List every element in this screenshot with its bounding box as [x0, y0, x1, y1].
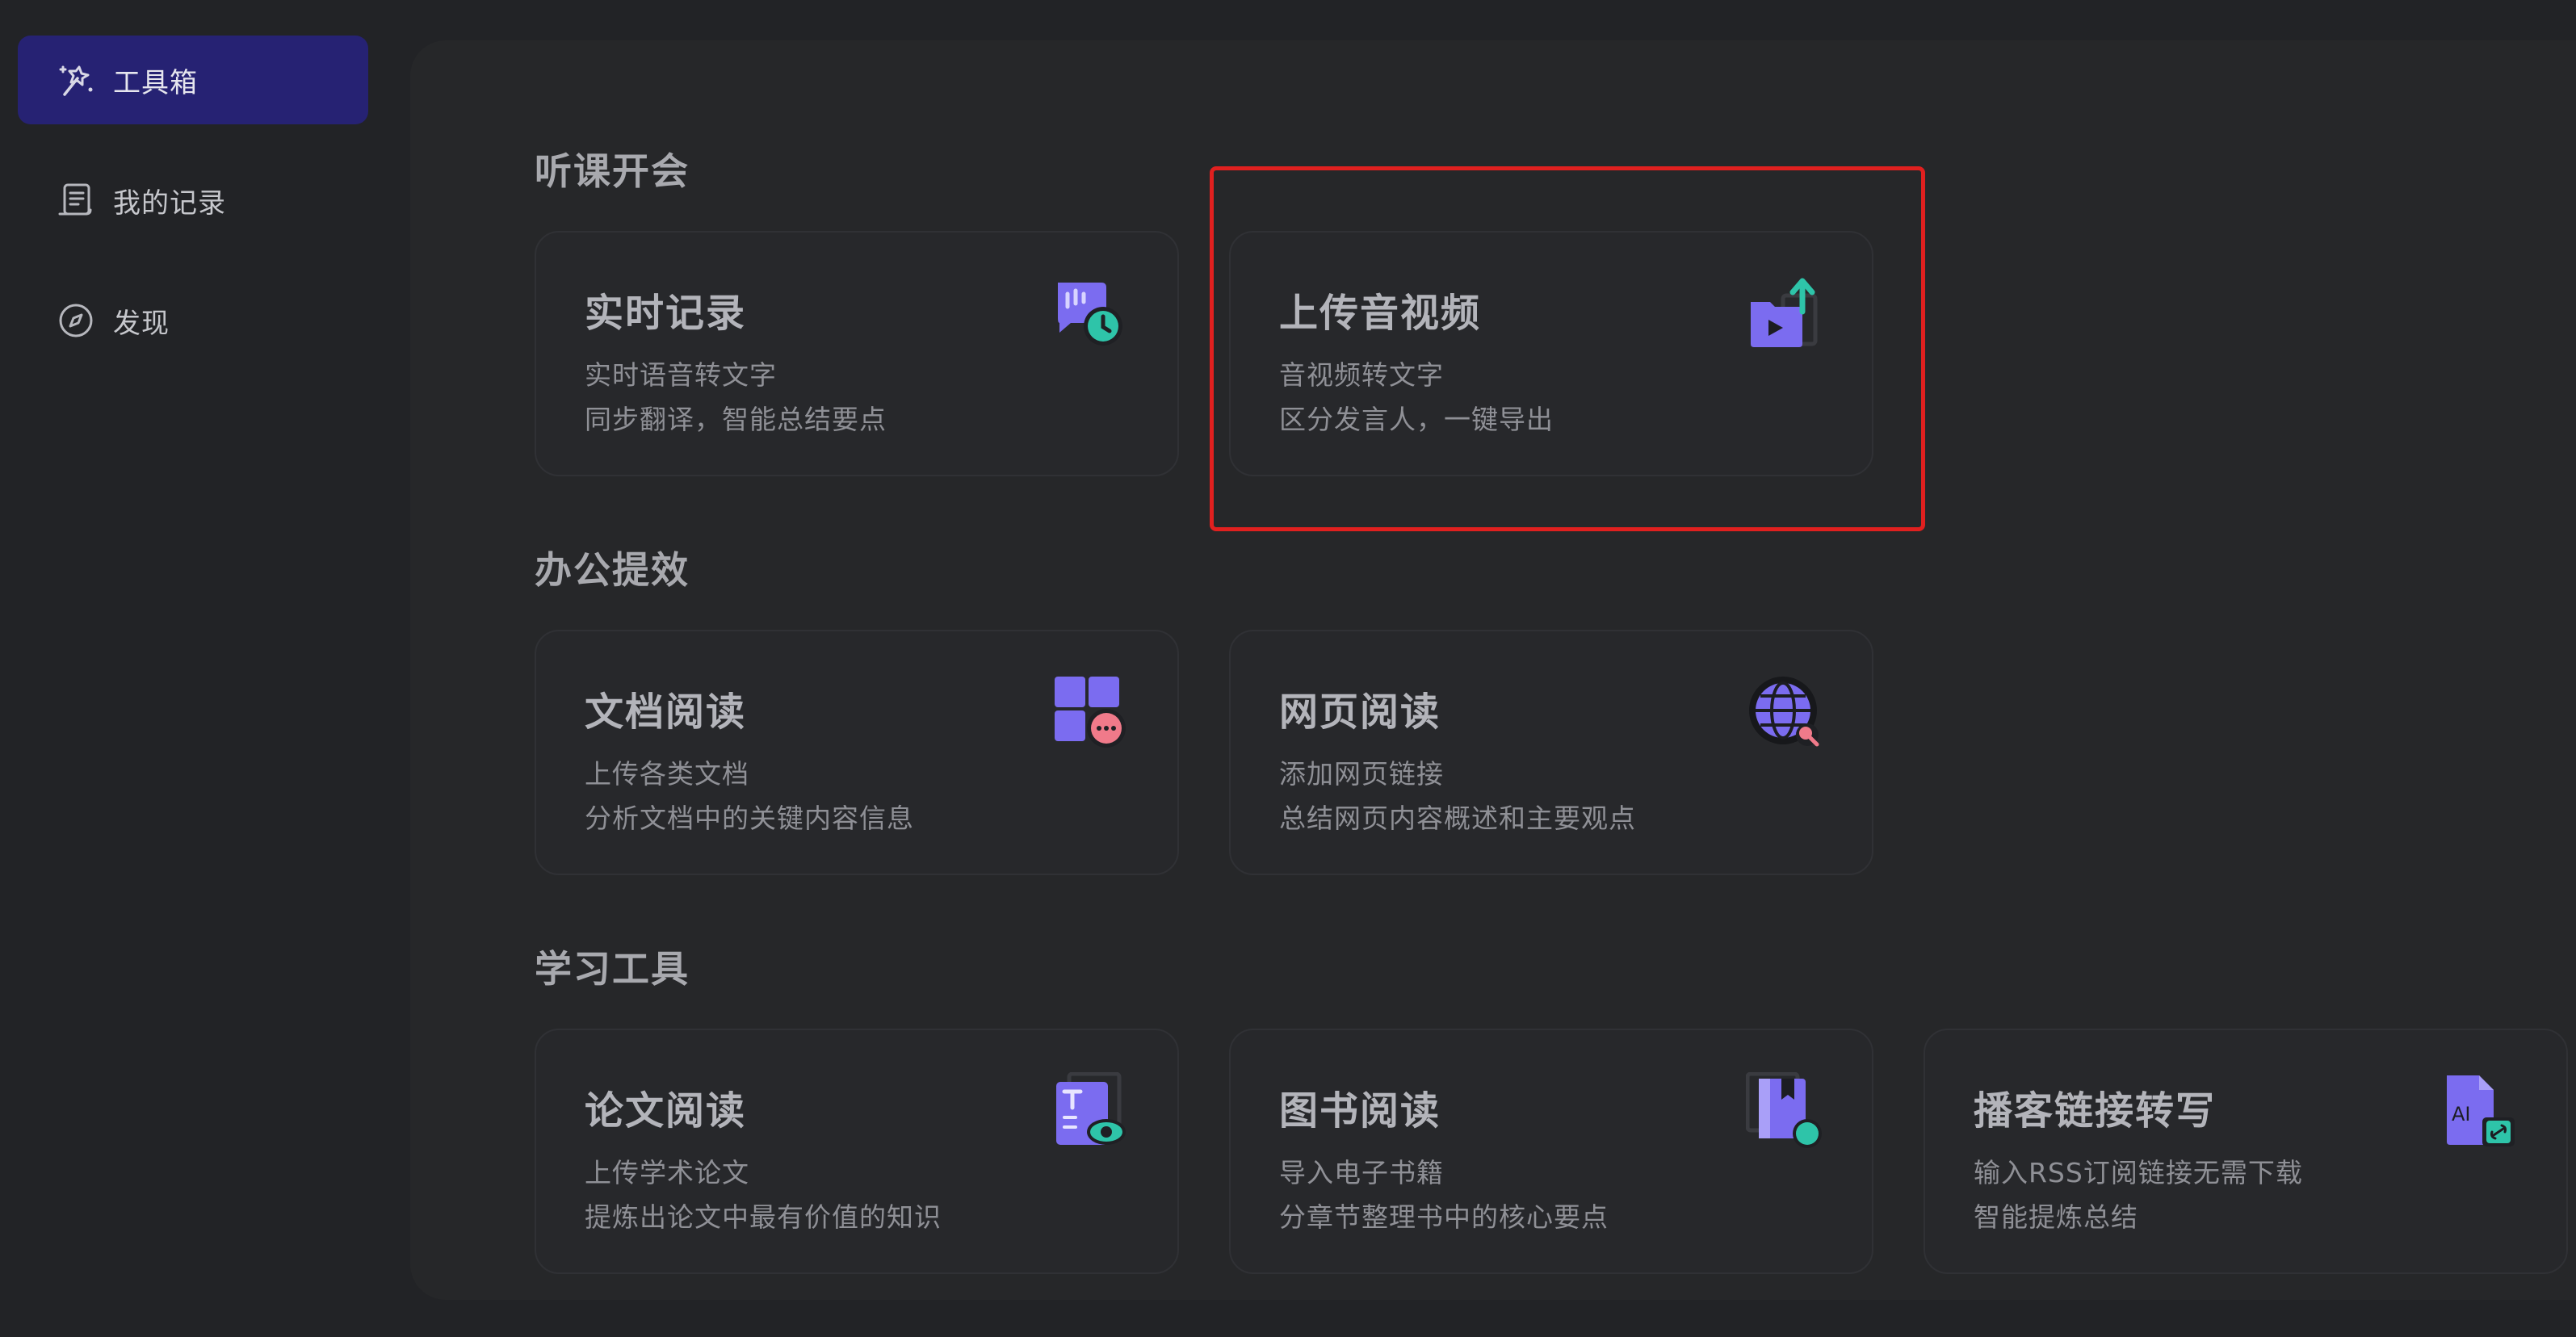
card-description: 音视频转文字 — [1279, 359, 1444, 391]
tool-card-book-reading[interactable]: 图书阅读 导入电子书籍 分章节整理书中的核心要点 — [1229, 1029, 1873, 1274]
card-description: 区分发言人，一键导出 — [1279, 404, 1554, 435]
tool-card-paper-reading[interactable]: 论文阅读 上传学术论文 提炼出论文中最有价值的知识 — [535, 1029, 1179, 1274]
tool-card-web-reading[interactable]: 网页阅读 添加网页链接 总结网页内容概述和主要观点 — [1229, 630, 1873, 875]
card-description: 实时语音转文字 — [585, 359, 777, 391]
section-title-lecture-meeting: 听课开会 — [535, 149, 690, 193]
svg-text:AI: AI — [2452, 1103, 2471, 1125]
card-title: 文档阅读 — [585, 689, 747, 735]
card-title: 上传音视频 — [1279, 291, 1482, 336]
card-description: 输入RSS订阅链接无需下载 — [1974, 1157, 2303, 1188]
card-description: 上传各类文档 — [585, 758, 749, 790]
tool-card-podcast-transcribe[interactable]: 播客链接转写 输入RSS订阅链接无需下载 智能提炼总结 AI — [1924, 1029, 2568, 1274]
card-title: 网页阅读 — [1279, 689, 1441, 735]
doc-grid-icon — [1051, 673, 1129, 751]
card-description: 总结网页内容概述和主要观点 — [1279, 803, 1636, 834]
card-description: 导入电子书籍 — [1279, 1157, 1444, 1188]
section-title-study-tools: 学习工具 — [535, 947, 690, 991]
section-title-office: 办公提效 — [535, 548, 690, 592]
tool-card-doc-reading[interactable]: 文档阅读 上传各类文档 分析文档中的关键内容信息 — [535, 630, 1179, 875]
card-title: 播客链接转写 — [1974, 1088, 2217, 1134]
sidebar-item-my-records[interactable]: 我的记录 — [18, 156, 368, 245]
bookmark-book-icon — [1745, 1071, 1823, 1150]
compass-icon — [57, 301, 95, 340]
globe-search-icon — [1746, 673, 1823, 751]
sidebar: 工具箱 我的记录 发现 — [0, 0, 388, 1337]
sidebar-item-label: 工具箱 — [113, 66, 198, 99]
magic-wand-icon — [57, 61, 95, 99]
chat-clock-icon — [1051, 275, 1129, 352]
ai-file-link-icon: AI — [2440, 1072, 2518, 1150]
upload-video-icon — [1746, 275, 1823, 352]
app-window: 工具箱 我的记录 发现 听课开会 实时记录 实时语音转文字 同步翻译，智能总结要… — [0, 0, 2576, 1337]
card-description: 分析文档中的关键内容信息 — [585, 803, 914, 834]
sidebar-item-label: 我的记录 — [113, 187, 226, 220]
paper-eye-icon — [1051, 1071, 1129, 1150]
card-description: 提炼出论文中最有价值的知识 — [585, 1201, 942, 1233]
card-title: 实时记录 — [585, 291, 747, 336]
sidebar-item-toolbox[interactable]: 工具箱 — [18, 36, 368, 124]
sidebar-item-discover[interactable]: 发现 — [18, 276, 368, 365]
card-description: 添加网页链接 — [1279, 758, 1444, 790]
card-description: 智能提炼总结 — [1974, 1201, 2138, 1233]
tool-card-upload-av[interactable]: 上传音视频 音视频转文字 区分发言人，一键导出 — [1229, 231, 1873, 476]
scroll-icon — [57, 181, 95, 220]
sidebar-item-label: 发现 — [113, 307, 170, 340]
card-description: 同步翻译，智能总结要点 — [585, 404, 887, 435]
card-title: 论文阅读 — [585, 1088, 747, 1134]
tool-card-realtime-record[interactable]: 实时记录 实时语音转文字 同步翻译，智能总结要点 — [535, 231, 1179, 476]
card-description: 上传学术论文 — [585, 1157, 749, 1188]
card-description: 分章节整理书中的核心要点 — [1279, 1201, 1609, 1233]
card-title: 图书阅读 — [1279, 1088, 1441, 1134]
